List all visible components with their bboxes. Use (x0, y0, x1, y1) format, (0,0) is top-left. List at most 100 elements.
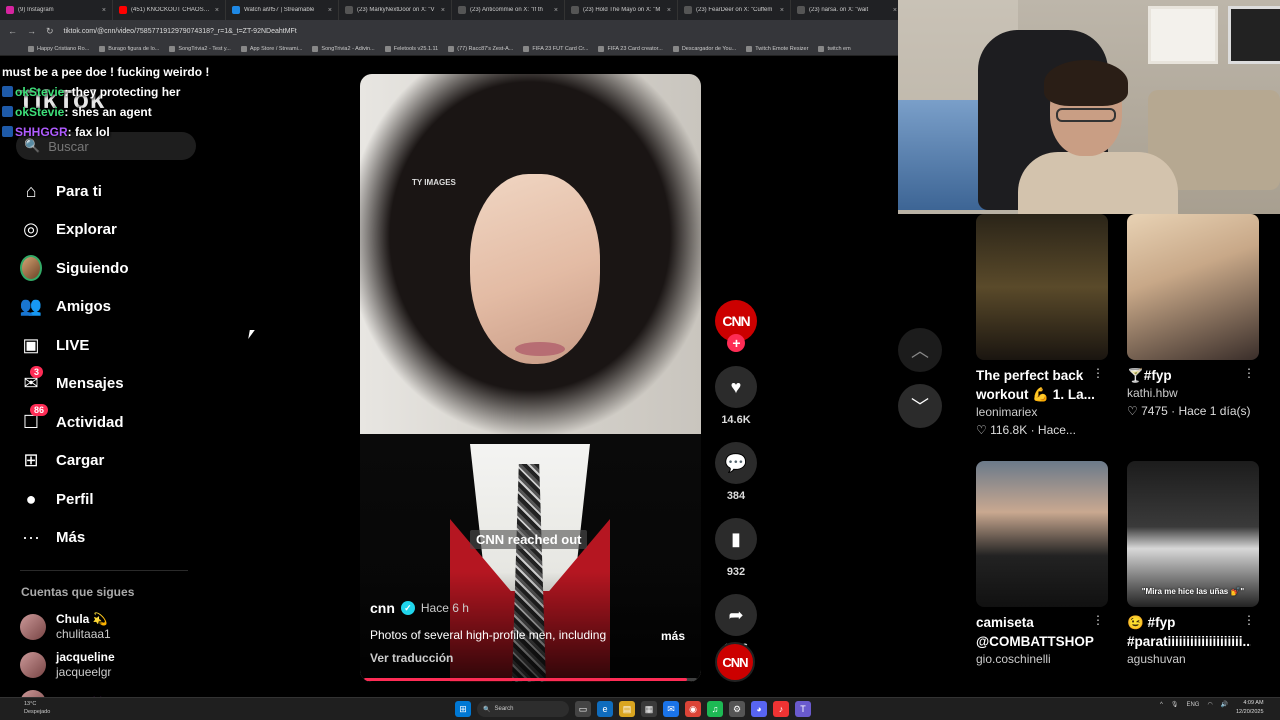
video-card[interactable]: The perfect back workout 💪 1. La... ⋮ leon… (976, 214, 1110, 439)
browser-tab[interactable]: (23) FearDeer on X: "Cuffem × (678, 0, 791, 20)
volume-icon[interactable]: 🔊 (1221, 701, 1228, 708)
sidebar-item-upload[interactable]: ⊞ Cargar (20, 442, 220, 481)
sidebar-item-live[interactable]: ▣ LIVE (20, 326, 220, 365)
tab-close-icon[interactable]: × (893, 7, 897, 14)
video-card-title[interactable]: camiseta @COMBATTSHOP (976, 613, 1100, 651)
channel-avatar[interactable]: CNN + (715, 300, 757, 352)
forward-icon[interactable]: → (27, 26, 36, 36)
video-thumbnail[interactable] (976, 214, 1108, 360)
browser-tab[interactable]: Watch ai9f57 | Streamable × (226, 0, 339, 20)
tab-close-icon[interactable]: × (780, 7, 784, 14)
sidebar-item-more[interactable]: ··· Más (20, 519, 220, 558)
video-card-author[interactable]: kathi.hbw (1127, 385, 1261, 402)
followed-account[interactable]: Chula 💫 chulitaaa1 (20, 608, 200, 646)
tab-close-icon[interactable]: × (102, 7, 106, 14)
video-card[interactable]: camiseta @COMBATTSHOP ⋮ gio.coschinelli (976, 461, 1110, 668)
browser-tab[interactable]: (451) KNOCKOUT CHAOS | A × (113, 0, 226, 20)
clock[interactable]: 4:09 AM 12/20/2025 (1236, 699, 1264, 717)
video-actions: CNN + ♥ 14.6K 💬 384 ▮ 932 ➦ 1106 (712, 300, 760, 656)
start-icon[interactable]: ⊞ (455, 701, 471, 717)
sidebar-item-profile[interactable]: ● Perfil (20, 480, 220, 519)
video-card-title[interactable]: 😉 #fyp #paratiiiiiiiiiiiiiiiiiiii... (1127, 613, 1251, 651)
tab-close-icon[interactable]: × (215, 7, 219, 14)
sidebar-item-label: Mensajes (56, 375, 124, 393)
more-options-icon[interactable]: ⋮ (1092, 366, 1104, 380)
video-card-author[interactable]: leonimariex (976, 404, 1110, 421)
video-card-title[interactable]: The perfect back workout 💪 1. La... (976, 366, 1100, 404)
sidebar-item-following-avatar[interactable]: Siguiendo (20, 249, 220, 288)
discord-icon[interactable]: ◕ (751, 701, 767, 717)
browser-tab[interactable]: (23) MarkyNextDoor on X: "V × (339, 0, 452, 20)
url-field[interactable]: tiktok.com/@cnn/video/758577191297907431… (64, 28, 900, 35)
video-thumbnail[interactable] (976, 461, 1108, 607)
bookmark-item[interactable]: FIFA 23 Card creator... (598, 45, 663, 52)
taskbar-search[interactable]: 🔍 Search (477, 701, 569, 717)
more-options-icon[interactable]: ⋮ (1092, 613, 1104, 627)
comment-button[interactable]: 💬 (715, 442, 757, 484)
bookmark-item[interactable]: Twitch Emote Resizer (746, 45, 808, 52)
bookmark-item[interactable]: FIFA 23 FUT Card Cr... (523, 45, 588, 52)
bookmark-item[interactable]: twitch em (818, 45, 851, 52)
video-player[interactable]: TY IMAGES CNN reached out cnn ✓ Hace 6 h… (360, 74, 701, 682)
edge-icon[interactable]: e (597, 701, 613, 717)
store-icon[interactable]: ▦ (641, 701, 657, 717)
video-card[interactable]: "Mira me hice las uñas 💅" 😉 #fyp #paratii… (1127, 461, 1261, 668)
mail-icon[interactable]: ✉ (663, 701, 679, 717)
save-button[interactable]: ▮ (715, 518, 757, 560)
like-button[interactable]: ♥ (715, 366, 757, 408)
sidebar-item-compass[interactable]: ◎ Explorar (20, 211, 220, 250)
follow-plus-button[interactable]: + (727, 334, 745, 352)
music-icon[interactable]: ♪ (773, 701, 789, 717)
tab-close-icon[interactable]: × (328, 7, 332, 14)
settings-icon[interactable]: ⚙ (729, 701, 745, 717)
bookmark-item[interactable]: SongTrivia2 - Adivin... (312, 45, 375, 52)
sidebar-item-messages[interactable]: ✉ 3 Mensajes (20, 365, 220, 404)
back-icon[interactable]: ← (8, 26, 17, 36)
sidebar-item-home[interactable]: ⌂ Para ti (20, 172, 220, 211)
previous-video-button[interactable]: ︿ (898, 328, 942, 372)
bookmark-item[interactable]: Burago figura de lo... (99, 45, 159, 52)
video-more-link[interactable]: más (661, 629, 685, 643)
tray-chevron-icon[interactable]: ^ (1160, 702, 1163, 708)
task-view-icon[interactable]: ▭ (575, 701, 591, 717)
tab-close-icon[interactable]: × (667, 7, 671, 14)
spotify-icon[interactable]: ♫ (707, 701, 723, 717)
translate-link[interactable]: Ver traducción (370, 651, 453, 665)
music-disc[interactable]: CNN (715, 642, 755, 682)
share-button[interactable]: ➦ (715, 594, 757, 636)
video-thumbnail[interactable] (1127, 214, 1259, 360)
followed-account[interactable]: jacqueline jacqueelgr (20, 646, 200, 684)
browser-tab[interactable]: (23) Hold The Mayo on X: "M × (565, 0, 678, 20)
weather-widget[interactable]: 13°C Despejado (24, 700, 50, 716)
video-thumbnail[interactable]: "Mira me hice las uñas 💅" (1127, 461, 1259, 607)
file-explorer-icon[interactable]: ▤ (619, 701, 635, 717)
browser-tab[interactable]: (9) Instagram × (0, 0, 113, 20)
bookmark-item[interactable]: App Store / Streami... (240, 45, 302, 52)
tab-close-icon[interactable]: × (554, 7, 558, 14)
bookmark-item[interactable]: Descargador de You... (672, 45, 736, 52)
video-card-title[interactable]: 🍸#fyp (1127, 366, 1251, 385)
more-options-icon[interactable]: ⋮ (1243, 366, 1255, 380)
chrome-icon[interactable]: ◉ (685, 701, 701, 717)
more-options-icon[interactable]: ⋮ (1243, 613, 1255, 627)
bookmark-item[interactable]: SongTrivia2 - Test y... (169, 45, 231, 52)
microphone-icon[interactable]: 🎙 (1171, 701, 1179, 708)
tab-close-icon[interactable]: × (441, 7, 445, 14)
bookmark-item[interactable]: (77) Racc87's Zest-A... (448, 45, 513, 52)
bookmark-item[interactable]: Happy Cristiano Ro... (28, 45, 89, 52)
video-card-author[interactable]: agushuvan (1127, 651, 1261, 668)
teams-icon[interactable]: T (795, 701, 811, 717)
next-video-button[interactable]: ﹀ (898, 384, 942, 428)
video-author[interactable]: cnn (370, 600, 395, 616)
sidebar-item-friends[interactable]: 👥 Amigos (20, 288, 220, 327)
bookmark-item[interactable]: Feletools v25.1.11 (384, 45, 438, 52)
video-card-author[interactable]: gio.coschinelli (976, 651, 1110, 668)
language-indicator[interactable]: ENG (1186, 702, 1199, 708)
browser-tab[interactable]: (23) Anticommie on X: "If th × (452, 0, 565, 20)
reload-icon[interactable]: ↻ (46, 26, 54, 37)
video-progress-bar[interactable] (364, 678, 697, 681)
sidebar-item-activity[interactable]: ☐ 86 Actividad (20, 403, 220, 442)
video-card[interactable]: 🍸#fyp ⋮ kathi.hbw ♡ 7475 · Hace 1 día(s) (1127, 214, 1261, 420)
browser-tab[interactable]: (23) narsa. on X: "wait × (791, 0, 900, 20)
wifi-icon[interactable]: ◠ (1207, 701, 1212, 708)
